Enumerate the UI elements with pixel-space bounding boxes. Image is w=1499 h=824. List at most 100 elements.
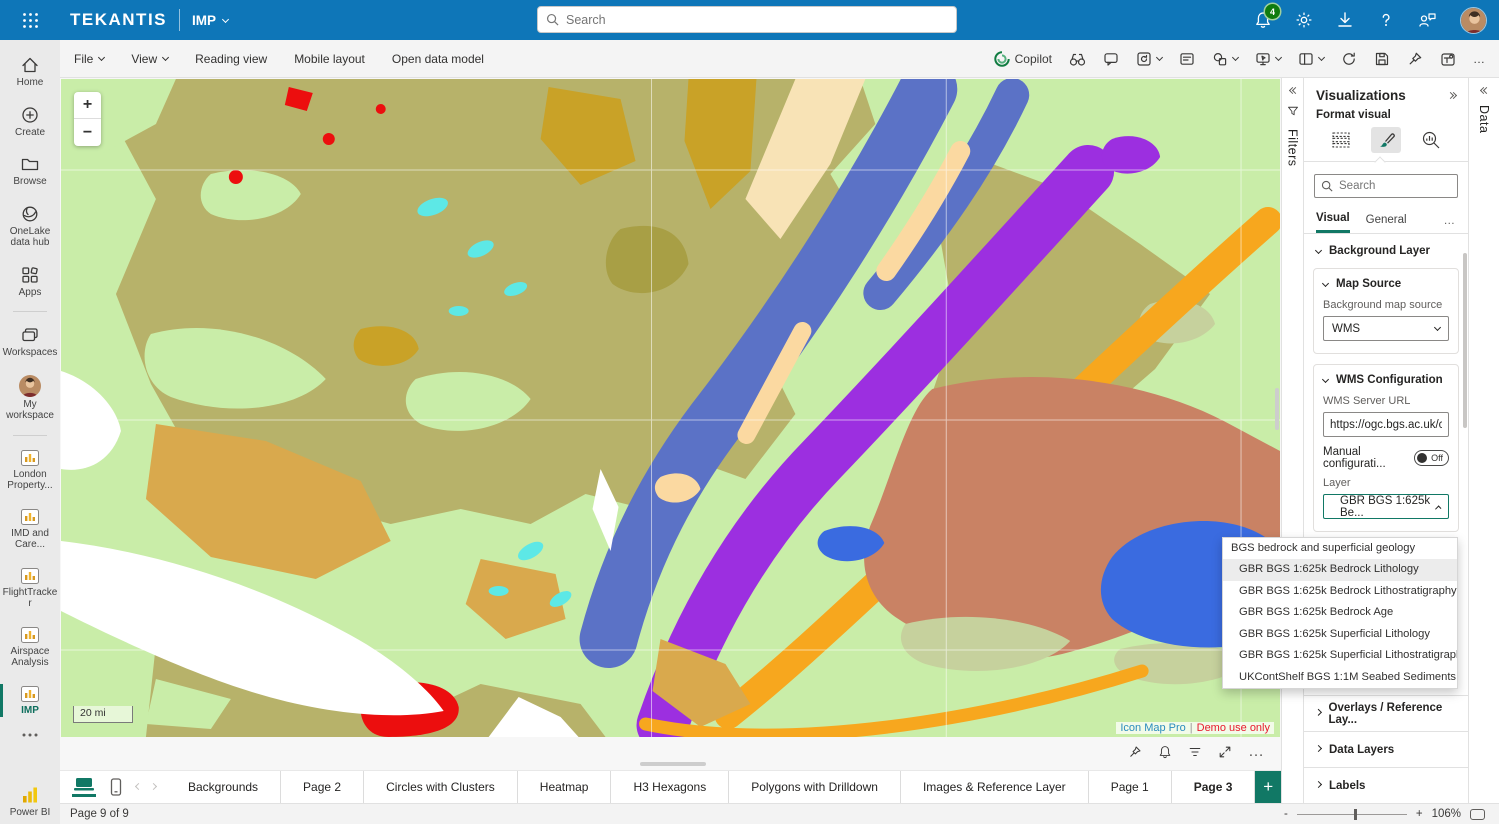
sidebar-item-apps[interactable]: Apps xyxy=(0,260,60,304)
dropdown-option[interactable]: UKContShelf BGS 1:1M Seabed Sediments xyxy=(1223,667,1457,689)
sidebar-item-flighttracker[interactable]: FlightTracker xyxy=(0,562,60,615)
page-tab[interactable]: Heatmap xyxy=(518,771,612,803)
icon-map-pro-link[interactable]: Icon Map Pro xyxy=(1120,722,1185,734)
dropdown-option[interactable]: GBR BGS 1:625k Superficial Lithology xyxy=(1223,624,1457,646)
save-button[interactable] xyxy=(1374,51,1390,67)
prev-page-arrow[interactable] xyxy=(135,782,142,789)
waffle-menu-icon[interactable] xyxy=(0,12,60,29)
download-button[interactable] xyxy=(1336,11,1354,29)
mobile-view-toggle[interactable] xyxy=(110,778,122,796)
page-layout-button[interactable] xyxy=(1298,51,1324,67)
icon-map-visual[interactable]: + − 20 mi Icon Map Pro | Demo use only xyxy=(61,79,1280,737)
notifications-button[interactable]: 4 xyxy=(1254,11,1272,29)
zoom-in-button[interactable]: + xyxy=(74,92,101,119)
sidebar-item-create[interactable]: Create xyxy=(0,100,60,144)
help-button[interactable] xyxy=(1377,11,1395,29)
search-input[interactable] xyxy=(566,13,948,27)
sidebar-item-onelake[interactable]: OneLake data hub xyxy=(0,199,60,254)
wms-url-input[interactable] xyxy=(1324,419,1448,431)
zoom-slider[interactable] xyxy=(1297,814,1407,815)
web-view-toggle[interactable] xyxy=(72,777,96,797)
dropdown-option[interactable]: GBR BGS 1:625k Bedrock Age xyxy=(1223,602,1457,624)
ribbon-more-button[interactable]: … xyxy=(1473,52,1485,66)
format-visual-tab[interactable] xyxy=(1371,127,1401,153)
settings-button[interactable] xyxy=(1295,11,1313,29)
view-menu[interactable]: View xyxy=(131,52,168,66)
app-switcher[interactable]: IMP xyxy=(192,13,228,28)
wms-config-header[interactable]: WMS Configuration xyxy=(1323,374,1449,386)
open-data-model-button[interactable]: Open data model xyxy=(392,52,484,66)
zoom-in-control[interactable]: + xyxy=(1416,808,1423,820)
sidebar-item-imd-care[interactable]: IMD and Care... xyxy=(0,503,60,556)
brand-logo[interactable]: TEKANTIS xyxy=(70,10,167,30)
map-source-header[interactable]: Map Source xyxy=(1323,278,1449,290)
file-menu[interactable]: File xyxy=(74,52,104,66)
present-button[interactable] xyxy=(1255,51,1281,67)
zoom-slider-thumb[interactable] xyxy=(1354,809,1357,820)
labels-section[interactable]: Labels xyxy=(1304,767,1468,803)
build-visual-tab[interactable] xyxy=(1326,127,1356,153)
dropdown-option-selected[interactable]: GBR BGS 1:625k Bedrock Lithology xyxy=(1223,559,1457,581)
refresh-button[interactable] xyxy=(1341,51,1357,67)
alert-icon[interactable] xyxy=(1158,745,1172,759)
sidebar-item-london-property[interactable]: London Property... xyxy=(0,444,60,497)
focus-mode-icon[interactable] xyxy=(1218,745,1232,759)
page-tab[interactable]: Polygons with Drilldown xyxy=(729,771,901,803)
map-source-dropdown[interactable]: WMS xyxy=(1323,316,1449,341)
collapse-pane-icon[interactable] xyxy=(1450,93,1456,98)
data-layers-section[interactable]: Data Layers xyxy=(1304,731,1468,767)
text-box-button[interactable] xyxy=(1179,51,1195,67)
user-avatar[interactable] xyxy=(1460,7,1487,34)
page-tab[interactable]: Circles with Clusters xyxy=(364,771,518,803)
panel-scrollbar[interactable] xyxy=(1463,253,1467,428)
comments-button[interactable] xyxy=(1103,51,1119,67)
feedback-button[interactable] xyxy=(1418,11,1437,29)
expand-data-icon[interactable] xyxy=(1481,88,1487,93)
layer-dropdown[interactable]: GBR BGS 1:625k Be... xyxy=(1323,494,1449,519)
sidebar-item-airspace[interactable]: Airspace Analysis xyxy=(0,621,60,674)
page-tab[interactable]: Page 1 xyxy=(1089,771,1172,803)
pin-visual-icon[interactable] xyxy=(1128,745,1142,759)
filters-pane-title[interactable]: Filters xyxy=(1286,129,1300,167)
page-tab[interactable]: Backgrounds xyxy=(166,771,281,803)
page-tab[interactable]: Images & Reference Layer xyxy=(901,771,1089,803)
page-tab[interactable]: H3 Hexagons xyxy=(611,771,729,803)
powerbi-footer[interactable]: Power BI xyxy=(10,785,51,819)
format-more-options[interactable]: … xyxy=(1444,215,1457,227)
visual-more-options[interactable]: … xyxy=(1248,743,1265,761)
zoom-out-button[interactable]: − xyxy=(74,119,101,146)
selection-pane-button[interactable] xyxy=(1069,51,1086,67)
overlays-section[interactable]: Overlays / Reference Lay... xyxy=(1304,695,1468,731)
sidebar-item-home[interactable]: Home xyxy=(0,50,60,94)
filters-applied-icon[interactable] xyxy=(1188,745,1202,759)
pin-button[interactable] xyxy=(1407,51,1423,67)
page-tab-active[interactable]: Page 3 xyxy=(1172,771,1256,803)
sidebar-item-imp[interactable]: IMP xyxy=(0,680,60,722)
shapes-button[interactable] xyxy=(1212,51,1238,67)
sidebar-item-my-workspace[interactable]: My workspace xyxy=(0,370,60,427)
copilot-button[interactable]: Copilot xyxy=(994,51,1052,67)
refresh-visuals-button[interactable] xyxy=(1136,51,1162,67)
filter-funnel-icon[interactable] xyxy=(1287,105,1299,117)
horizontal-scrollbar[interactable] xyxy=(640,762,706,766)
teams-share-button[interactable] xyxy=(1440,51,1456,67)
format-search-input[interactable] xyxy=(1339,180,1451,192)
dropdown-option[interactable]: GBR BGS 1:625k Superficial Lithostratigr… xyxy=(1223,645,1457,667)
fit-to-page-icon[interactable] xyxy=(1470,809,1485,820)
analytics-tab[interactable] xyxy=(1416,127,1446,153)
general-tab[interactable]: General xyxy=(1366,210,1407,232)
next-page-arrow[interactable] xyxy=(150,782,157,789)
data-pane-title[interactable]: Data xyxy=(1477,105,1491,133)
dropdown-option[interactable]: GBR BGS 1:625k Bedrock Lithostratigraphy xyxy=(1223,581,1457,603)
vertical-scrollbar[interactable] xyxy=(1275,388,1279,430)
zoom-out-control[interactable]: - xyxy=(1284,808,1288,820)
add-page-button[interactable]: + xyxy=(1255,771,1281,803)
mobile-layout-button[interactable]: Mobile layout xyxy=(294,52,365,66)
expand-filters-icon[interactable] xyxy=(1290,88,1296,93)
visual-tab[interactable]: Visual xyxy=(1316,208,1350,233)
reading-view-button[interactable]: Reading view xyxy=(195,52,267,66)
sidebar-item-workspaces[interactable]: Workspaces xyxy=(0,320,60,364)
manual-config-toggle[interactable]: Off xyxy=(1414,450,1449,466)
sidebar-item-browse[interactable]: Browse xyxy=(0,149,60,193)
background-layer-section[interactable]: Background Layer xyxy=(1304,234,1468,268)
